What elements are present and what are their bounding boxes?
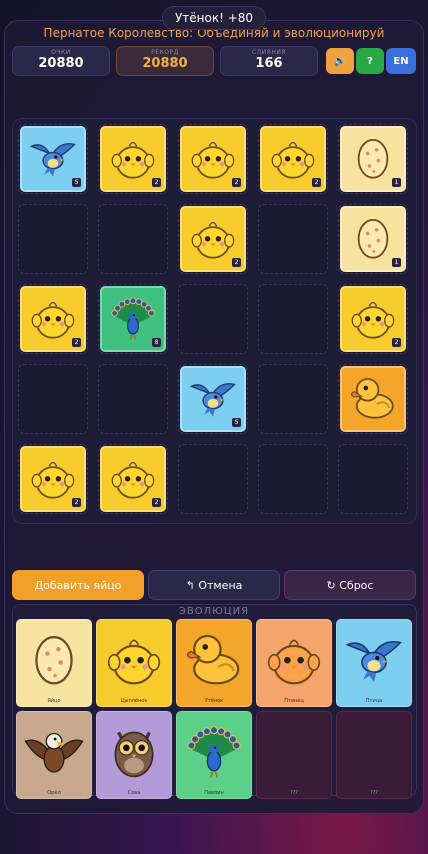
board-cell[interactable]: [258, 364, 328, 434]
help-button[interactable]: ?: [356, 48, 384, 74]
evolution-card-duck: Утёнок: [176, 619, 252, 707]
score-box: ОЧКИ 20880: [12, 46, 110, 76]
evolution-panel: Яйцо Цыплёнок Утёнок Птенец Птица Орёл Сова Пав…: [12, 604, 417, 799]
owl-icon: [97, 712, 171, 788]
evolution-card-peacock: Павлин: [176, 711, 252, 799]
chick-icon: [97, 620, 171, 696]
merges-label: СЛИЯНИЯ: [251, 49, 287, 56]
undo-button[interactable]: ↰ Отмена: [148, 570, 280, 600]
board-cell[interactable]: [18, 204, 88, 274]
tile-level-badge: 2: [392, 338, 401, 347]
egg-icon: [17, 620, 91, 696]
bird-icon: [337, 620, 411, 696]
evolution-title: ЭВОЛЮЦИЯ: [178, 606, 250, 617]
tile-level-badge: 2: [72, 498, 81, 507]
tile-chick[interactable]: 2: [100, 446, 166, 512]
tile-level-badge: 2: [232, 178, 241, 187]
merges-box: СЛИЯНИЯ 166: [220, 46, 318, 76]
score-value: 20880: [38, 56, 84, 71]
tile-level-badge: 1: [392, 258, 401, 267]
best-value: 20880: [142, 56, 188, 71]
stats-bar: ОЧКИ 20880 РЕКОРД 20880 СЛИЯНИЯ 166: [12, 46, 318, 76]
evolution-card-label: Орёл: [47, 790, 61, 796]
locked-icon: [337, 712, 411, 788]
evolution-card-duckling: Птенец: [256, 619, 332, 707]
duckling-icon: [257, 620, 331, 696]
evolution-card-label: Птица: [365, 698, 383, 704]
evolution-card-label: Яйцо: [47, 698, 61, 704]
evolution-card-label: ???: [370, 790, 378, 796]
reset-button[interactable]: ↻ Сброс: [284, 570, 416, 600]
evolution-card-label: Утёнок: [204, 698, 224, 704]
board-cell[interactable]: [18, 364, 88, 434]
evolution-card-label: Сова: [127, 790, 141, 796]
board-cell[interactable]: [98, 204, 168, 274]
board-cell[interactable]: [338, 444, 408, 514]
tile-level-badge: 2: [152, 498, 161, 507]
tile-level-badge: 2: [72, 338, 81, 347]
board-cell[interactable]: [258, 284, 328, 354]
evolution-card-egg: Яйцо: [16, 619, 92, 707]
evolution-card-locked: ???: [336, 711, 412, 799]
tile-chick[interactable]: 2: [100, 126, 166, 192]
tile-level-badge: 2: [312, 178, 321, 187]
tile-chick[interactable]: 2: [180, 206, 246, 272]
best-label: РЕКОРД: [151, 49, 179, 56]
evolution-card-eagle: Орёл: [16, 711, 92, 799]
add-egg-button[interactable]: Добавить яйцо: [12, 570, 144, 600]
board-cell[interactable]: [258, 204, 328, 274]
best-box: РЕКОРД 20880: [116, 46, 214, 76]
tile-duck[interactable]: [340, 366, 406, 432]
tile-level-badge: 2: [152, 178, 161, 187]
sound-button[interactable]: 🔊: [326, 48, 354, 74]
tile-bird[interactable]: 5: [180, 366, 246, 432]
tile-chick[interactable]: 2: [260, 126, 326, 192]
tile-level-badge: 2: [232, 258, 241, 267]
tile-chick[interactable]: 2: [20, 446, 86, 512]
duck-icon: [177, 620, 251, 696]
evolution-card-label: Павлин: [204, 790, 224, 796]
locked-icon: [257, 712, 331, 788]
tile-chick[interactable]: 2: [180, 126, 246, 192]
eagle-icon: [17, 712, 91, 788]
tile-peacock[interactable]: 8: [100, 286, 166, 352]
board-cell[interactable]: [258, 444, 328, 514]
evolution-card-label: ???: [290, 790, 298, 796]
board-cell[interactable]: [98, 364, 168, 434]
tile-egg[interactable]: 1: [340, 126, 406, 192]
evolution-card-chick: Цыплёнок: [96, 619, 172, 707]
evolution-card-label: Цыплёнок: [120, 698, 148, 704]
tile-level-badge: 5: [232, 418, 241, 427]
evolution-card-label: Птенец: [284, 698, 304, 704]
duck-icon: [346, 370, 400, 428]
score-label: ОЧКИ: [51, 49, 71, 56]
tile-level-badge: 1: [392, 178, 401, 187]
tile-level-badge: 5: [72, 178, 81, 187]
tile-bird[interactable]: 5: [20, 126, 86, 192]
board-cell[interactable]: [178, 444, 248, 514]
merges-value: 166: [255, 56, 283, 71]
evolution-card-bird: Птица: [336, 619, 412, 707]
tile-chick[interactable]: 2: [20, 286, 86, 352]
board-cell[interactable]: [178, 284, 248, 354]
evolution-card-locked: ???: [256, 711, 332, 799]
game-board[interactable]: 5 2 2 2 1 2 1 2 8 2 5 2 2: [12, 118, 417, 524]
tile-egg[interactable]: 1: [340, 206, 406, 272]
tile-level-badge: 8: [152, 338, 161, 347]
evolution-card-owl: Сова: [96, 711, 172, 799]
tile-chick[interactable]: 2: [340, 286, 406, 352]
language-button[interactable]: EN: [386, 48, 416, 74]
toast-notification: Утёнок! +80: [161, 6, 267, 30]
peacock-icon: [177, 712, 251, 788]
